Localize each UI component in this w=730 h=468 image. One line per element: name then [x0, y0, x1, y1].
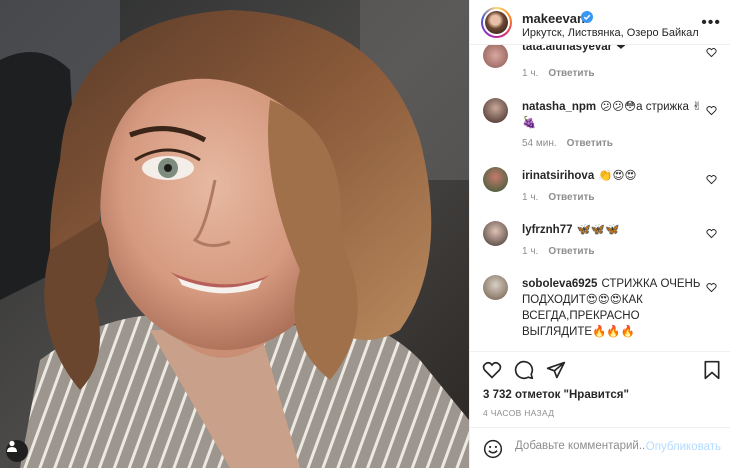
reply-button[interactable]: Ответить — [548, 68, 594, 79]
author-avatar[interactable] — [481, 7, 512, 38]
reply-button[interactable]: Ответить — [548, 246, 594, 257]
commenter-avatar[interactable] — [483, 275, 508, 300]
comment-username[interactable]: natasha_npm — [522, 101, 596, 113]
commenter-avatar[interactable] — [483, 221, 508, 246]
ellipsis-icon[interactable]: ••• — [701, 14, 721, 32]
heart-icon[interactable] — [706, 47, 717, 58]
comment-username[interactable]: soboleva6925 — [522, 278, 597, 290]
post-photo[interactable] — [0, 0, 469, 468]
publish-button[interactable]: Опубликовать — [646, 441, 721, 453]
heart-icon[interactable] — [706, 282, 717, 293]
comment-time[interactable]: 54 мин. — [522, 138, 557, 149]
comment-username[interactable]: lyfrznh77 — [522, 224, 573, 236]
comment-input[interactable] — [515, 440, 645, 452]
comment-time[interactable]: 1 ч. — [522, 68, 538, 79]
add-comment-bar: Опубликовать — [470, 427, 730, 468]
commenter-avatar[interactable] — [483, 98, 508, 123]
comment-username[interactable]: irinatsirihova — [522, 170, 594, 182]
post-location[interactable]: Иркутск, Листвянка, Озеро Байкал — [522, 27, 699, 39]
post-header: makeevan Иркутск, Листвянка, Озеро Байка… — [470, 0, 730, 45]
author-username[interactable]: makeevan — [522, 11, 585, 26]
commenter-avatar[interactable] — [483, 167, 508, 192]
comment-bubble-icon[interactable] — [514, 360, 534, 380]
reply-button[interactable]: Ответить — [548, 192, 594, 203]
person-icon — [7, 440, 17, 452]
likes-count[interactable]: 3 732 отметок "Нравится" — [483, 389, 629, 401]
post-sidebar: makeevan Иркутск, Листвянка, Озеро Байка… — [469, 0, 730, 468]
commenter-avatar[interactable] — [483, 45, 508, 68]
selfie-image — [0, 0, 469, 468]
comment-time[interactable]: 1 ч. — [522, 192, 538, 203]
comment-time[interactable]: 1 ч. — [522, 246, 538, 257]
tagged-users-button[interactable] — [6, 440, 28, 462]
heart-icon[interactable] — [706, 174, 717, 185]
emoji-smile-icon[interactable] — [483, 439, 503, 459]
post-actions: 3 732 отметок "Нравится" 4 ЧАСОВ НАЗАД О… — [470, 351, 730, 468]
share-plane-icon[interactable] — [546, 360, 566, 380]
comment-text: 🦋🦋🦋 — [576, 224, 620, 236]
comments-list[interactable]: tata.alunasyevar ❤ 1 ч. Ответить natasha_n… — [470, 45, 730, 351]
post-time[interactable]: 4 ЧАСОВ НАЗАД — [483, 408, 554, 418]
heart-icon[interactable] — [706, 105, 717, 116]
verified-badge-icon — [581, 11, 593, 23]
comment-username[interactable]: tata.alunasyevar — [522, 45, 612, 53]
comment-text: ❤ — [616, 45, 626, 53]
bookmark-icon[interactable] — [703, 360, 721, 380]
comment-text: 👏😍😍 — [598, 170, 637, 182]
like-heart-icon[interactable] — [482, 360, 502, 380]
heart-icon[interactable] — [706, 228, 717, 239]
reply-button[interactable]: Ответить — [567, 138, 613, 149]
